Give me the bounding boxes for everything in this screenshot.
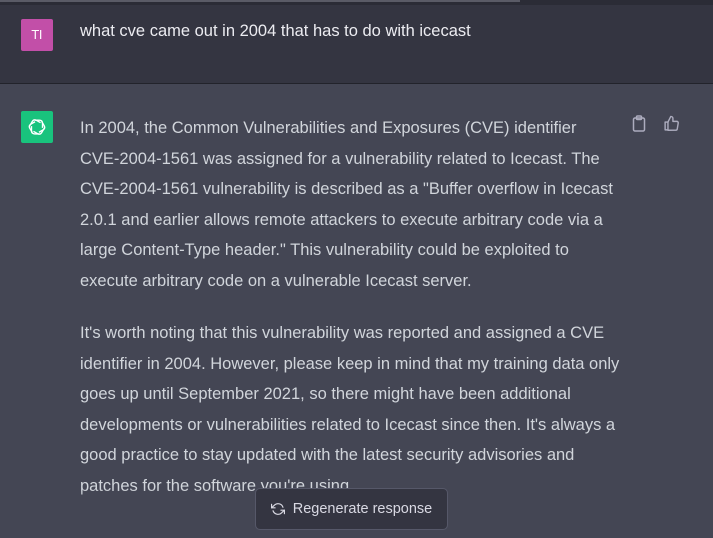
message-actions xyxy=(630,114,680,132)
clipboard-icon xyxy=(632,114,646,132)
copy-button[interactable] xyxy=(630,114,648,132)
assistant-answer: In 2004, the Common Vulnerabilities and … xyxy=(80,113,620,523)
answer-paragraph-2: It's worth noting that this vulnerabilit… xyxy=(80,324,620,495)
refresh-icon xyxy=(270,503,285,515)
regenerate-response-button[interactable]: Regenerate response xyxy=(255,488,448,530)
answer-paragraph-1: In 2004, the Common Vulnerabilities and … xyxy=(80,119,613,290)
assistant-avatar xyxy=(21,111,53,143)
thumbs-up-button[interactable] xyxy=(662,114,680,132)
openai-logo-icon xyxy=(28,119,46,135)
thumbs-up-icon xyxy=(663,115,679,131)
regenerate-label: Regenerate response xyxy=(292,501,433,517)
user-message-row: TI what cve came out in 2004 that has to… xyxy=(0,5,713,84)
user-message-text: what cve came out in 2004 that has to do… xyxy=(80,22,471,40)
assistant-message-row: In 2004, the Common Vulnerabilities and … xyxy=(0,84,713,538)
top-progress xyxy=(0,0,520,2)
user-avatar: TI xyxy=(21,19,53,51)
